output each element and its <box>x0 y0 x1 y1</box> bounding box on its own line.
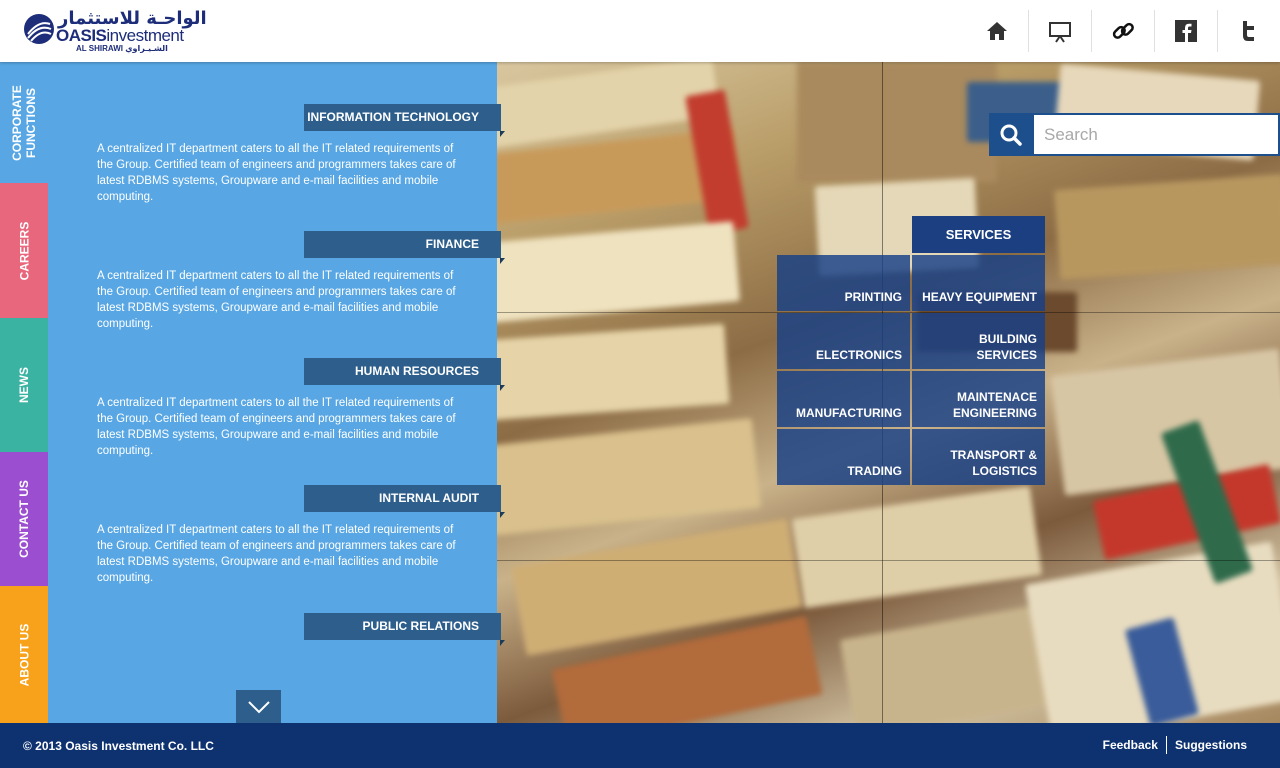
search-button[interactable] <box>989 113 1032 156</box>
section-title-human-resources[interactable]: HUMAN RESOURCES <box>304 358 505 391</box>
service-maintenance-engineering[interactable]: MAINTENACE ENGINEERING <box>912 371 1045 427</box>
tab-contact-us[interactable]: CONTACT US <box>0 452 48 586</box>
logo-mark-icon <box>24 14 54 44</box>
tab-label: NEWS <box>17 367 31 403</box>
logo-name-rest: investment <box>106 26 184 45</box>
service-electronics[interactable]: ELECTRONICS <box>777 313 910 369</box>
section-title-internal-audit[interactable]: INTERNAL AUDIT <box>304 485 505 518</box>
tab-careers[interactable]: CAREERS <box>0 183 48 318</box>
copyright-text: © 2013 Oasis Investment Co. LLC <box>23 739 214 753</box>
header-nav-icons <box>965 10 1280 52</box>
service-building-services[interactable]: BUILDING SERVICES <box>912 313 1045 369</box>
section-title-public-relations[interactable]: PUBLIC RELATIONS <box>304 613 505 646</box>
search-box <box>989 113 1280 156</box>
book-shape <box>839 605 1055 723</box>
tab-label: CAREERS <box>17 221 31 280</box>
tab-corporate-functions[interactable]: CORPORATE FUNCTIONS <box>0 62 48 183</box>
facebook-icon <box>1175 20 1197 42</box>
corporate-functions-panel: INFORMATION TECHNOLOGY A centralized IT … <box>48 62 505 723</box>
logo-english-text: OASISinvestment <box>56 26 184 46</box>
tab-about-us[interactable]: ABOUT US <box>0 586 48 723</box>
footer-links: Feedback Suggestions <box>1095 736 1255 754</box>
service-transport-logistics[interactable]: TRANSPORT & LOGISTICS <box>912 429 1045 485</box>
book-shape <box>1054 174 1280 280</box>
service-printing[interactable]: PRINTING <box>777 255 910 311</box>
section-title-finance[interactable]: FINANCE <box>304 231 505 264</box>
service-trading[interactable]: TRADING <box>777 429 910 485</box>
logo-name-bold: OASIS <box>56 26 107 45</box>
feedback-link[interactable]: Feedback <box>1095 738 1166 752</box>
chevron-down-icon <box>247 700 270 713</box>
section-title-information-technology[interactable]: INFORMATION TECHNOLOGY <box>304 104 505 137</box>
twitter-button[interactable] <box>1217 10 1280 52</box>
logo-subtitle: AL SHIRAWI الشـيـراوي <box>76 44 168 53</box>
tab-label: ABOUT US <box>17 623 32 686</box>
service-heavy-equipment[interactable]: HEAVY EQUIPMENT <box>912 255 1045 311</box>
tab-label: CORPORATE FUNCTIONS <box>10 84 38 161</box>
book-shape <box>791 485 1043 609</box>
twitter-icon <box>1243 21 1254 41</box>
tab-news[interactable]: NEWS <box>0 318 48 452</box>
suggestions-link[interactable]: Suggestions <box>1167 738 1255 752</box>
section-text-human-resources: A centralized IT department caters to al… <box>97 397 456 457</box>
oasis-investment-logo[interactable]: الواحـة للاستثمار OASISinvestment AL SHI… <box>22 8 207 56</box>
header: الواحـة للاستثمار OASISinvestment AL SHI… <box>0 0 1280 62</box>
scroll-down-button[interactable] <box>236 690 281 723</box>
link-button[interactable] <box>1091 10 1154 52</box>
search-icon <box>1000 124 1022 146</box>
side-tabs: CORPORATE FUNCTIONS CAREERS NEWS CONTACT… <box>0 62 48 723</box>
facebook-button[interactable] <box>1154 10 1217 52</box>
services-title[interactable]: SERVICES <box>912 216 1045 253</box>
book-shape <box>497 221 741 323</box>
home-button[interactable] <box>965 10 1028 52</box>
logo-sub-en: AL SHIRAWI <box>76 44 123 53</box>
book-shape <box>497 323 730 421</box>
presentation-button[interactable] <box>1028 10 1091 52</box>
link-icon <box>1112 22 1134 39</box>
search-input[interactable] <box>1032 113 1280 156</box>
grid-line <box>497 560 1280 561</box>
logo-sub-ar: الشـيـراوي <box>125 44 168 53</box>
section-text-internal-audit: A centralized IT department caters to al… <box>97 524 456 584</box>
footer: © 2013 Oasis Investment Co. LLC Feedback… <box>0 723 1280 768</box>
home-icon <box>986 22 1007 40</box>
service-manufacturing[interactable]: MANUFACTURING <box>777 371 910 427</box>
section-text-finance: A centralized IT department caters to al… <box>97 270 456 330</box>
tab-label: CONTACT US <box>17 480 31 558</box>
section-text-information-technology: A centralized IT department caters to al… <box>97 143 456 203</box>
book-shape <box>497 418 761 536</box>
presentation-icon <box>1049 22 1071 43</box>
